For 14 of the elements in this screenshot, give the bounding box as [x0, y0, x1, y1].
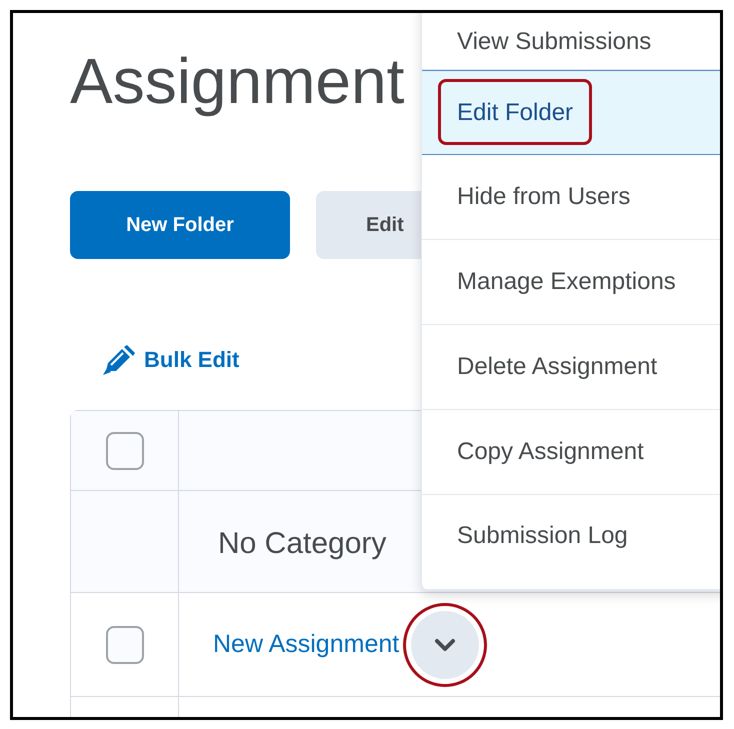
checkbox[interactable]	[106, 626, 144, 664]
chevron-down-icon	[434, 638, 456, 652]
menu-item[interactable]: Copy Assignment	[422, 410, 720, 495]
menu-item[interactable]: Edit Folder	[422, 70, 720, 155]
chevron-button[interactable]	[411, 610, 480, 678]
new-folder-button[interactable]: New Folder	[70, 191, 290, 259]
assignment-link[interactable]: New Assignment	[213, 626, 400, 664]
page-title: Assignment	[70, 44, 404, 119]
pencil-icon	[102, 344, 136, 374]
category-heading: No Category	[218, 526, 386, 562]
menu-item[interactable]: Delete Assignment	[422, 325, 720, 410]
menu-item[interactable]: Submission Log	[422, 495, 720, 590]
checkbox[interactable]	[106, 432, 144, 470]
bulk-edit-link[interactable]: Bulk Edit	[144, 343, 240, 376]
